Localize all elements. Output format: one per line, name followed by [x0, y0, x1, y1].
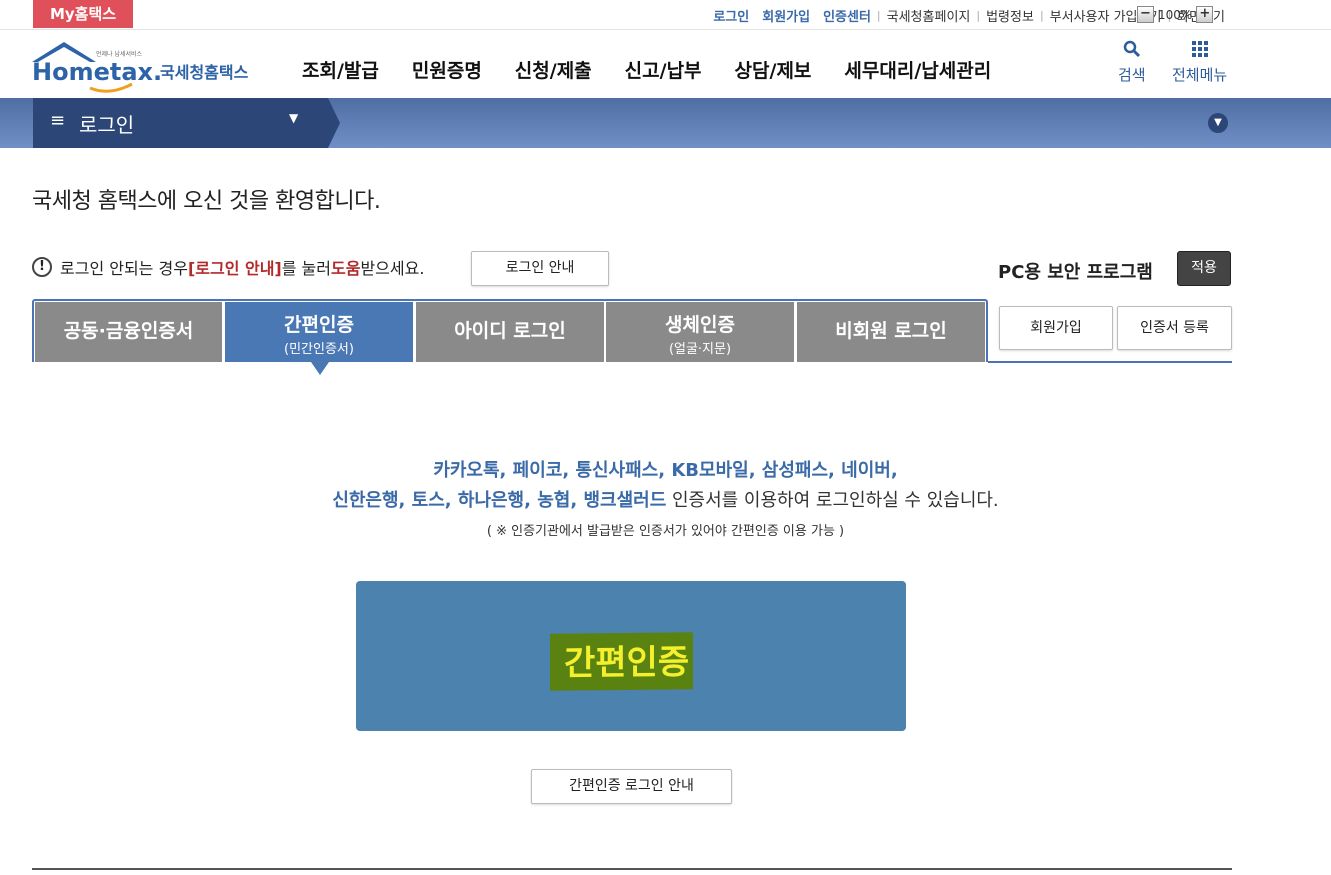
- notice-emphasis-help: 도움: [330, 259, 361, 278]
- notice-prefix: 로그인 안되는 경우: [60, 259, 188, 278]
- tab-simple-auth[interactable]: 간편인증 (민간인증서): [225, 302, 413, 362]
- nav-item-report-payment[interactable]: 신고/납부: [625, 56, 702, 83]
- apply-security-button[interactable]: 적용: [1177, 251, 1231, 286]
- signup-link[interactable]: 회원가입: [762, 6, 810, 25]
- tab-label: 간편인증: [284, 314, 354, 336]
- separator: |: [976, 9, 981, 22]
- expand-toggle-icon[interactable]: ▼: [1208, 113, 1228, 133]
- main-nav: 조회/발급 민원증명 신청/제출 신고/납부 상담/제보 세무대리/납세관리: [302, 56, 1024, 83]
- zoom-control: − 100% +: [1137, 5, 1214, 24]
- tab-label: 아이디 로그인: [454, 320, 566, 342]
- tab-label: 공동·금융인증서: [63, 320, 194, 342]
- logo-tagline: 언제나 납세서비스: [96, 50, 143, 58]
- tab-label: 비회원 로그인: [835, 320, 947, 342]
- notice-emphasis-login-guide: [로그인 안내]: [187, 259, 282, 278]
- simple-auth-login-button[interactable]: 간편인증: [356, 581, 906, 731]
- nav-item-consult[interactable]: 상담/제보: [735, 56, 812, 83]
- providers-highlight: 신한은행, 토스, 하나은행, 농협, 뱅크샐러드: [332, 490, 667, 511]
- pc-security-label: PC용 보안 프로그램: [998, 262, 1153, 283]
- providers-text: 인증서를 이용하여 로그인하실 수 있습니다.: [666, 490, 999, 511]
- caret-down-icon: ▼: [289, 111, 299, 125]
- cert-register-button[interactable]: 인증서 등록: [1117, 306, 1232, 350]
- zoom-value: 100%: [1158, 7, 1193, 22]
- top-utility-bar: My홈택스 로그인 회원가입 인증센터 | 국세청홈페이지 | 법령정보 | 부…: [0, 0, 1331, 30]
- tab-id-login[interactable]: 아이디 로그인: [416, 302, 604, 362]
- cert-requirement-note: ( ※ 인증기관에서 발급받은 인증서가 있어야 간편인증 이용 가능 ): [486, 524, 845, 539]
- bottom-divider: [32, 868, 1232, 870]
- search-button[interactable]: 검색: [1118, 40, 1146, 85]
- search-icon: [1118, 40, 1146, 64]
- page-title: 국세청 홈택스에 오신 것을 환영합니다.: [32, 189, 381, 214]
- notice-mid: 를 눌러: [281, 259, 331, 278]
- tab-biometric-auth[interactable]: 생체인증 (얼굴·지문): [606, 302, 794, 362]
- search-label: 검색: [1118, 66, 1146, 84]
- tab-underline: [988, 361, 1232, 363]
- nav-item-tax-agent[interactable]: 세무대리/납세관리: [844, 56, 991, 83]
- zoom-out-button[interactable]: −: [1137, 6, 1154, 23]
- house-logo-icon: 언제나 납세서비스 Hometax. 국세청홈택스: [32, 42, 249, 93]
- breadcrumb-current: 로그인: [79, 113, 135, 137]
- grid-menu-icon: [1172, 40, 1227, 64]
- supported-providers-line2: 신한은행, 토스, 하나은행, 농협, 뱅크샐러드 인증서를 이용하여 로그인하…: [0, 486, 1331, 512]
- hometax-logo[interactable]: 언제나 납세서비스 Hometax. 국세청홈택스: [30, 38, 260, 94]
- login-help-notice: ! 로그인 안되는 경우 [로그인 안내] 를 눌러 도움 받으세요.: [32, 255, 424, 279]
- tab-sublabel: (얼굴·지문): [668, 342, 732, 357]
- nav-item-certificate[interactable]: 민원증명: [412, 56, 482, 83]
- nav-item-inquiry[interactable]: 조회/발급: [302, 56, 379, 83]
- login-guide-button[interactable]: 로그인 안내: [471, 251, 609, 286]
- all-menu-label: 전체메뉴: [1172, 66, 1228, 84]
- my-hometax-button[interactable]: My홈택스: [33, 0, 133, 28]
- all-menu-button[interactable]: 전체메뉴: [1172, 40, 1227, 85]
- tab-label: 생체인증: [665, 314, 735, 336]
- zoom-in-button[interactable]: +: [1196, 6, 1214, 23]
- cert-center-link[interactable]: 인증센터: [823, 6, 871, 25]
- nav-item-application[interactable]: 신청/제출: [515, 56, 592, 83]
- tab-joint-financial-cert[interactable]: 공동·금융인증서: [35, 302, 222, 362]
- nts-homepage-link[interactable]: 국세청홈페이지: [887, 6, 971, 25]
- hamburger-icon: ≡: [50, 110, 66, 131]
- active-tab-pointer: [311, 362, 329, 375]
- law-info-link[interactable]: 법령정보: [986, 6, 1034, 25]
- signup-button[interactable]: 회원가입: [999, 306, 1113, 350]
- logo-korean: 국세청홈택스: [160, 63, 249, 82]
- separator: |: [1039, 9, 1044, 22]
- header: 언제나 납세서비스 Hometax. 국세청홈택스 조회/발급 민원증명 신청/…: [0, 30, 1331, 98]
- breadcrumb-bar: ≡ 로그인 ▼ ▼: [0, 98, 1331, 148]
- breadcrumb-dropdown[interactable]: ≡ 로그인 ▼: [33, 98, 340, 148]
- simple-auth-guide-button[interactable]: 간편인증 로그인 안내: [531, 769, 732, 804]
- tab-sublabel: (민간인증서): [284, 342, 354, 357]
- simple-auth-button-label: 간편인증: [550, 632, 694, 691]
- separator: |: [876, 9, 881, 22]
- tab-non-member-login[interactable]: 비회원 로그인: [797, 302, 985, 362]
- exclamation-icon: !: [32, 257, 52, 277]
- logo-wordmark: Hometax.: [32, 58, 162, 86]
- notice-suffix: 받으세요.: [360, 259, 425, 278]
- supported-providers-line1: 카카오톡, 페이코, 통신사패스, KB모바일, 삼성패스, 네이버,: [433, 460, 898, 481]
- login-link[interactable]: 로그인: [713, 6, 749, 25]
